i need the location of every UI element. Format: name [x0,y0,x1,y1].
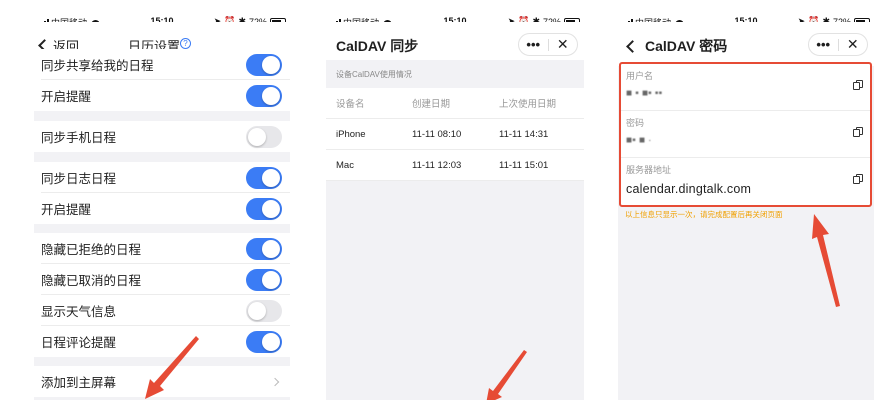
nav-bar: CalDAV 密码 ••• ✕ [618,22,874,66]
toggle-switch[interactable] [246,197,282,220]
toggle-switch[interactable] [246,299,282,322]
credential-username: 用户名 ■ ▪ ■▪ ▪▪ [621,64,870,111]
device-name: Mac [336,159,354,171]
miniapp-capsule: ••• ✕ [518,33,578,56]
credential-server: 服务器地址 calendar.dingtalk.com [621,158,870,205]
settings-row-hide-cancelled: 隐藏已取消的日程 [34,264,290,295]
column-header: 创建日期 [412,99,451,110]
field-value: ■ ▪ ■▪ ▪▪ [626,88,663,99]
caldav-password-screen: 中国移动 15:10 ➤ ⏰ ✱ 72% CalDAV 密码 ••• ✕ 用户名… [618,0,874,400]
table-row: iPhone 11-11 08:10 11-11 14:31 [326,119,584,150]
copy-icon[interactable] [853,174,863,184]
device-name: iPhone [336,128,366,140]
toggle-switch[interactable] [246,125,282,148]
settings-row-sync-phone: 同步手机日程 [34,121,290,152]
settings-row-add-home-screen[interactable]: 添加到主屏幕 [34,366,290,397]
table-row: Mac 11-11 12:03 11-11 15:01 [326,150,584,181]
help-icon[interactable]: ? [180,38,191,49]
copy-icon[interactable] [853,80,863,90]
toggle-switch[interactable] [246,166,282,189]
column-header: 上次使用日期 [499,99,557,110]
settings-row-reminder: 开启提醒 [34,80,290,111]
field-label: 用户名 [626,71,654,81]
toggle-switch[interactable] [246,53,282,76]
field-value: calendar.dingtalk.com [626,182,752,196]
settings-row-log-reminder: 开启提醒 [34,193,290,224]
more-icon[interactable]: ••• [519,38,548,51]
field-value: ■▪ ■ · [626,135,652,146]
close-icon[interactable]: ✕ [839,36,868,53]
caldav-sync-screen: 中国移动 15:10 ➤ ⏰ ✱ 72% CalDAV 同步 ••• ✕ 设备C… [326,0,584,400]
section-header: 设备CalDAV使用情况 [326,60,584,88]
toggle-switch[interactable] [246,84,282,107]
settings-row-sync-log: 同步日志日程 [34,162,290,193]
created-date: 11-11 08:10 [412,128,462,140]
copy-icon[interactable] [853,127,863,137]
chevron-left-icon [626,39,639,53]
back-button[interactable]: CalDAV 密码 [624,36,727,56]
settings-row-hide-declined: 隐藏已拒绝的日程 [34,233,290,264]
settings-row-sync-shared: 同步共享给我的日程 [34,49,290,80]
status-bar: 中国移动 15:10 ➤ ⏰ ✱ 72% [34,0,290,28]
column-header: 设备名 [336,99,365,110]
table-header: 设备名 创建日期 上次使用日期 [326,88,584,119]
calendar-settings-screen: 中国移动 15:10 ➤ ⏰ ✱ 72% 返回 日历设置 ? 同步共享给我的日程… [34,0,290,400]
more-icon[interactable]: ••• [809,38,838,51]
credential-password: 密码 ■▪ ■ · [621,111,870,158]
page-title: CalDAV 密码 [645,38,728,54]
miniapp-capsule: ••• ✕ [808,33,868,56]
toggle-switch[interactable] [246,237,282,260]
settings-row-weather: 显示天气信息 [34,295,290,326]
device-table: 设备名 创建日期 上次使用日期 iPhone 11-11 08:10 11-11… [326,88,584,181]
last-used-date: 11-11 15:01 [499,159,549,171]
field-label: 服务器地址 [626,165,672,175]
last-used-date: 11-11 14:31 [499,128,549,140]
close-icon[interactable]: ✕ [549,36,578,53]
status-bar: 中国移动 15:10 ➤ ⏰ ✱ 72% [618,0,874,28]
status-bar: 中国移动 15:10 ➤ ⏰ ✱ 72% [326,0,584,28]
warning-note: 以上信息只显示一次，请完成配置后再关闭页面 [625,210,783,219]
toggle-switch[interactable] [246,330,282,353]
credentials-box: 用户名 ■ ▪ ■▪ ▪▪ 密码 ■▪ ■ · 服务器地址 calendar.d… [619,62,872,207]
toggle-switch[interactable] [246,268,282,291]
created-date: 11-11 12:03 [412,159,462,171]
settings-row-comment-reminder: 日程评论提醒 [34,326,290,357]
row-label: 添加到主屏幕 [41,376,117,390]
page-title: CalDAV 同步 [336,38,419,54]
field-label: 密码 [626,118,645,128]
